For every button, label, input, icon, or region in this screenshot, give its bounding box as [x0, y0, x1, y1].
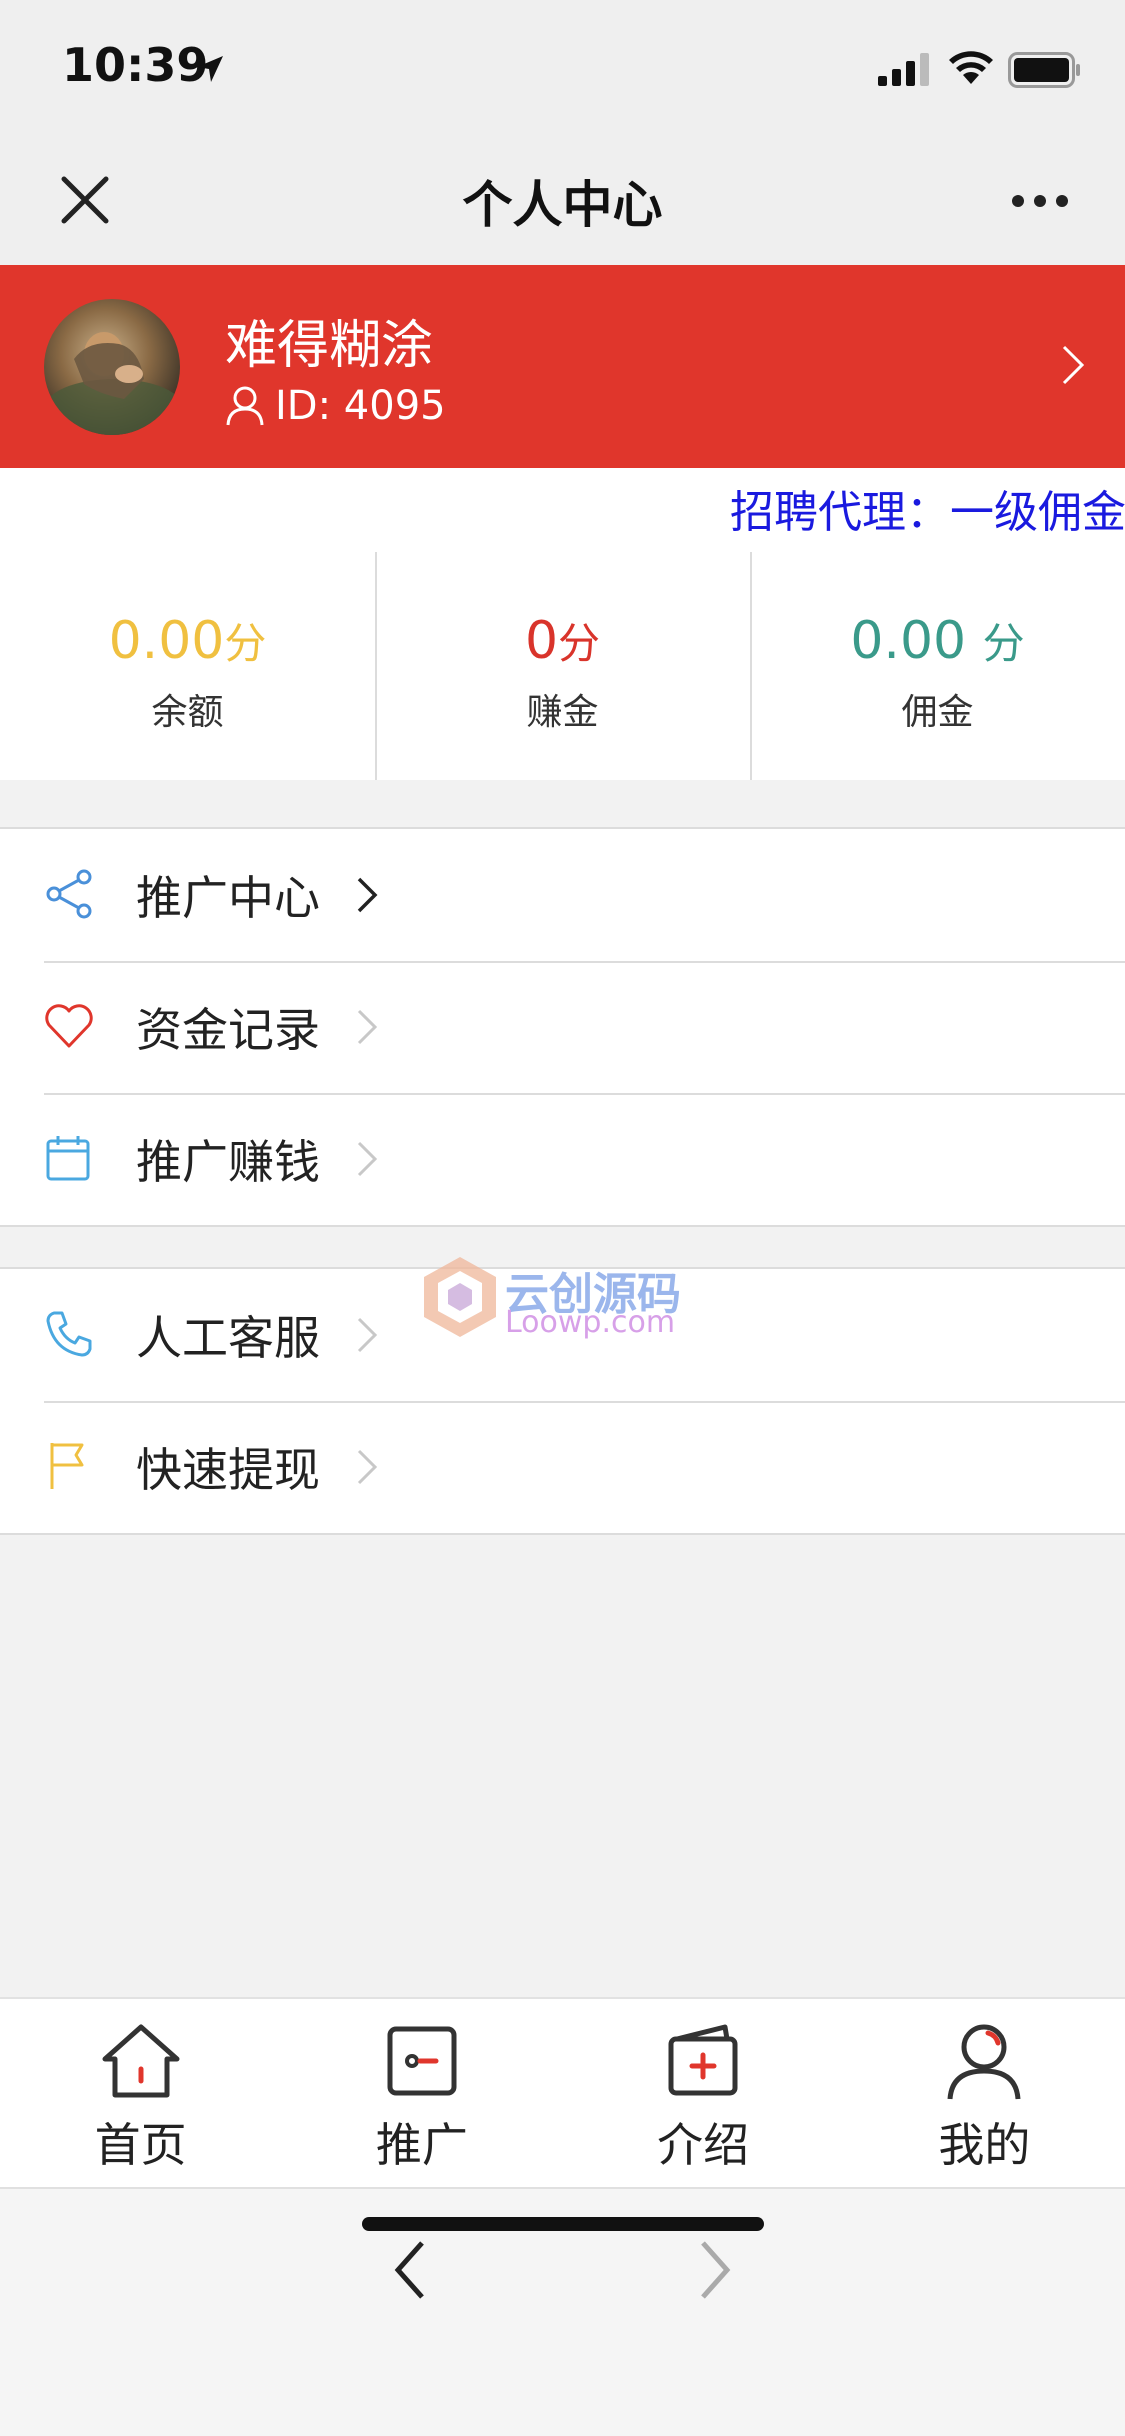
chevron-right-icon	[357, 1009, 378, 1045]
more-icon[interactable]	[1010, 193, 1070, 209]
page-title: 个人中心	[462, 176, 663, 234]
back-icon[interactable]	[390, 2239, 430, 2301]
menu-label: 人工客服	[136, 1311, 320, 1365]
tab-label: 介绍	[657, 2118, 750, 2172]
stat-label: 余额	[151, 692, 224, 733]
tab-label: 推广	[375, 2118, 468, 2172]
forward-icon[interactable]	[695, 2239, 735, 2301]
tab-bar: 首页 推广 介绍 我的	[0, 1997, 1125, 2187]
profile-header[interactable]: 难得糊涂 ID: 4095	[0, 265, 1125, 468]
flag-icon	[50, 1443, 84, 1489]
tab-home[interactable]: 首页	[0, 1999, 281, 2187]
stat-commission[interactable]: 0.00 分 佣金	[750, 550, 1125, 780]
avatar[interactable]	[44, 299, 180, 435]
phone-icon	[46, 1311, 92, 1357]
share-icon	[46, 869, 92, 919]
calendar-icon	[46, 1136, 90, 1181]
stat-earnings[interactable]: 0分 赚金	[375, 550, 750, 780]
menu-label: 资金记录	[136, 1003, 320, 1057]
location-arrow-icon	[197, 56, 223, 82]
chevron-right-icon	[1062, 345, 1085, 385]
menu-item-quick-withdraw[interactable]: 快速提现	[0, 1401, 1125, 1533]
stat-value: 0.00 分	[850, 611, 1025, 671]
tab-mine[interactable]: 我的	[844, 1999, 1125, 2187]
chevron-right-icon	[357, 877, 378, 913]
stat-balance[interactable]: 0.00分 余额	[0, 550, 375, 780]
wifi-icon	[949, 51, 993, 84]
tab-intro[interactable]: 介绍	[563, 1999, 844, 2187]
nav-bar: 个人中心	[0, 135, 1125, 265]
chevron-right-icon	[357, 1449, 378, 1485]
menu-item-fund-records[interactable]: 资金记录	[0, 961, 1125, 1093]
menu-label: 推广赚钱	[136, 1135, 320, 1189]
tab-promote[interactable]: 推广	[281, 1999, 562, 2187]
profile-id: ID: 4095	[225, 383, 446, 429]
menu-item-promotion-center[interactable]: 推广中心	[0, 829, 1125, 961]
watermark-logo-icon	[424, 1257, 496, 1337]
tab-label: 首页	[94, 2118, 187, 2172]
status-bar: 10:39	[0, 0, 1125, 135]
menu-item-promote-earn[interactable]: 推广赚钱	[0, 1093, 1125, 1225]
user-icon	[947, 2024, 1021, 2100]
profile-name: 难得糊涂	[225, 316, 434, 376]
stat-label: 赚金	[526, 692, 599, 733]
menu-label: 快速提现	[136, 1443, 320, 1497]
stat-label: 佣金	[901, 692, 974, 733]
user-outline-icon	[226, 386, 264, 426]
home-indicator[interactable]	[362, 2217, 764, 2231]
menu-label: 推广中心	[136, 871, 320, 925]
stats-panel: 0.00分 余额 0分 赚金 0.00 分 佣金	[0, 550, 1125, 780]
menu-group-1: 推广中心 资金记录 推广赚钱	[0, 827, 1125, 1227]
intro-icon	[668, 2024, 738, 2096]
home-icon	[102, 2024, 180, 2098]
status-time: 10:39	[62, 38, 209, 92]
promote-icon	[387, 2026, 457, 2096]
announcement-marquee: 招聘代理：一级佣金	[0, 468, 1125, 550]
watermark-url: Loowp.com	[505, 1305, 676, 1340]
chevron-right-icon	[357, 1141, 378, 1177]
battery-icon	[1008, 52, 1080, 88]
stat-value: 0分	[524, 611, 601, 671]
stat-value: 0.00分	[108, 611, 267, 671]
heart-icon	[45, 1004, 93, 1048]
chevron-right-icon	[357, 1317, 378, 1353]
announcement-text: 招聘代理：一级佣金	[730, 487, 1125, 538]
signal-icon	[878, 53, 929, 86]
tab-label: 我的	[938, 2118, 1031, 2172]
profile-id-text: ID: 4095	[275, 383, 446, 429]
